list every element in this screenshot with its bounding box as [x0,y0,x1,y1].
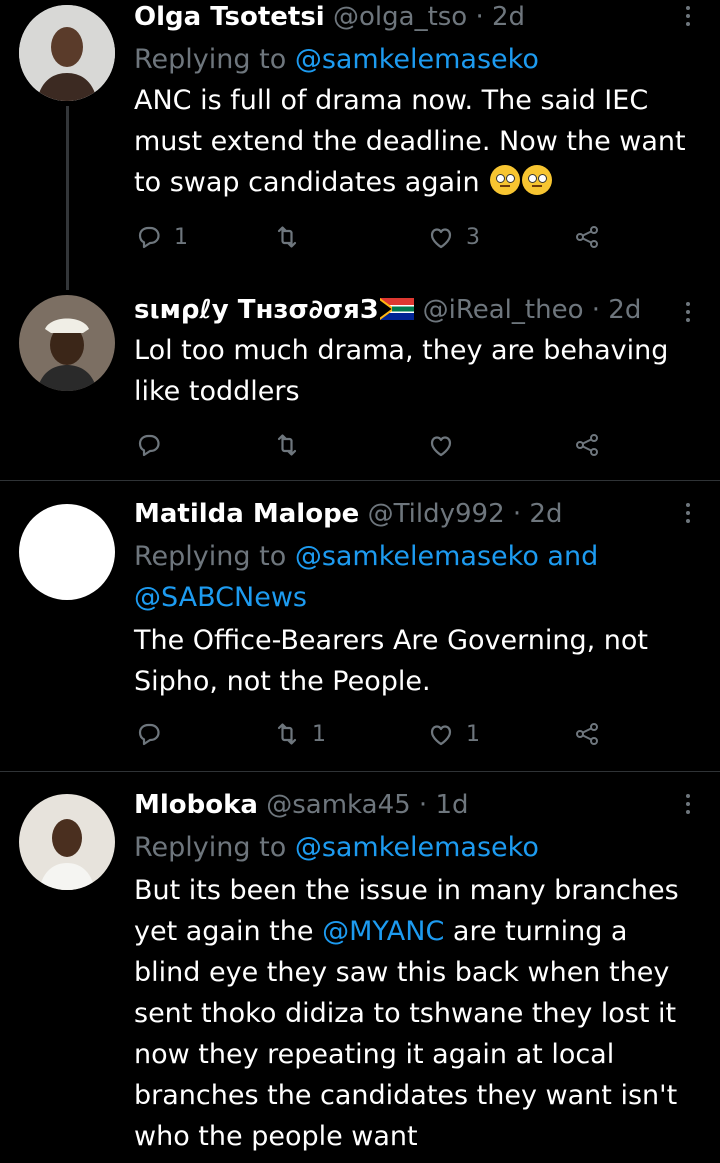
replying-to: Replying to @samkelemaseko and @SABCNews [134,541,599,613]
timestamp[interactable]: · 2d [592,295,642,325]
display-name[interactable]: Mloboka [134,790,258,820]
avatar[interactable] [19,295,115,391]
like-button[interactable] [426,430,466,460]
reply-button[interactable] [134,719,174,749]
avatar[interactable] [19,794,115,890]
handle[interactable]: @iReal_theo [423,295,584,325]
tweet-header: Matilda Malope @Tildy992 · 2d [134,497,690,531]
like-button[interactable]: 1 [426,719,480,749]
tweet-theo[interactable]: sιмρℓу Tнзσ∂σяЗ @iReal_theo · 2d Lol too… [0,280,720,480]
handle[interactable]: @Tildy992 [368,499,505,529]
timestamp[interactable]: · 2d [513,499,563,529]
like-icon [430,436,452,457]
display-name[interactable]: Matilda Malope [134,499,359,529]
eye-roll-emoji-icon [490,165,521,195]
more-icon[interactable] [684,302,692,326]
thread-line [66,106,69,290]
retweet-button[interactable] [272,222,312,252]
more-icon[interactable] [684,794,692,818]
reply-button[interactable]: 1 [134,222,188,252]
timestamp[interactable]: · 2d [475,2,525,32]
avatar[interactable] [19,5,115,101]
like-icon [430,725,452,746]
more-icon[interactable] [684,6,692,30]
retweet-button[interactable]: 1 [272,719,326,749]
share-icon [576,723,598,745]
mention-link[interactable]: @samkelemaseko [295,832,539,863]
display-name[interactable]: Olga Tsotetsi [134,2,325,32]
share-button[interactable] [572,719,602,749]
tweet-text: ANC is full of drama now. The said IEC m… [134,85,686,198]
display-name[interactable]: sιмρℓу Tнзσ∂σяЗ [134,295,378,325]
tweet-matilda[interactable]: Matilda Malope @Tildy992 · 2d Replying t… [0,481,720,771]
handle[interactable]: @olga_tso [333,2,467,32]
eye-roll-emoji-icon [522,165,553,195]
timestamp[interactable]: · 1d [419,790,469,820]
share-button[interactable] [572,222,602,252]
tweet-header: Olga Tsotetsi @olga_tso · 2d [134,0,690,34]
reply-icon [138,434,160,457]
tweet-actions [134,430,614,470]
handle[interactable]: @samka45 [266,790,410,820]
tweet-text: The Office-Bearers Are Governing, not Si… [134,625,649,697]
retweet-icon [277,434,297,456]
reply-button[interactable] [134,430,174,460]
like-button[interactable]: 3 [426,222,480,252]
share-icon [576,434,598,456]
replying-to: Replying to @samkelemaseko [134,44,539,75]
like-icon [430,228,452,249]
more-icon[interactable] [684,503,692,527]
retweet-icon [277,723,297,745]
tweet-olga[interactable]: Olga Tsotetsi @olga_tso · 2d Replying to… [0,0,720,290]
avatar[interactable] [19,504,115,600]
mention-link[interactable]: @samkelemaseko [295,44,539,75]
tweet-text: But its been the issue in many branches … [134,875,679,1152]
tweet-text: Lol too much drama, they are behaving li… [134,335,669,407]
reply-icon [138,226,160,249]
tweet-header: sιмρℓу Tнзσ∂σяЗ @iReal_theo · 2d [134,293,690,327]
tweet-header: Mloboka @samka45 · 1d [134,788,690,822]
share-icon [576,226,598,248]
south-africa-flag-icon [380,298,415,320]
tweet-actions: 1 3 [134,222,614,262]
tweet-actions: 1 1 [134,719,614,759]
retweet-button[interactable] [272,430,312,460]
tweet-mloboka[interactable]: Mloboka @samka45 · 1d Replying to @samke… [0,772,720,1163]
retweet-icon [277,226,297,248]
share-button[interactable] [572,430,602,460]
replying-to: Replying to @samkelemaseko [134,832,539,863]
mention-link[interactable]: @MYANC [322,916,444,947]
reply-icon [138,723,160,746]
